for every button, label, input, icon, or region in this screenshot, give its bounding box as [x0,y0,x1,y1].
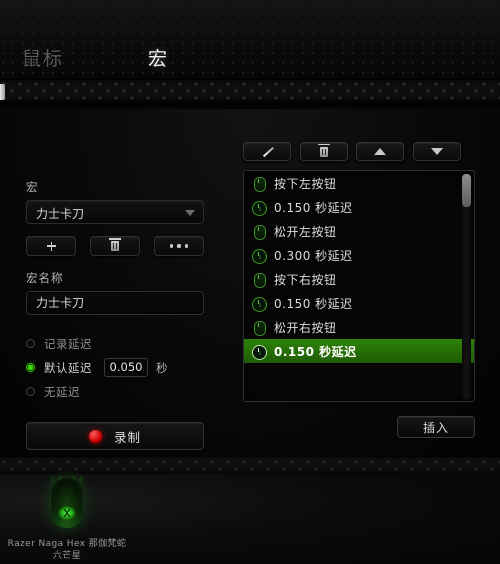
trash-icon [317,143,330,157]
sequence-toolbar [243,142,461,161]
more-icon [170,244,188,248]
triangle-up-icon [374,148,387,155]
list-item-label: 0.150 秒延迟 [274,296,353,311]
insert-button[interactable]: 插入 [397,416,475,438]
tab-mouse[interactable]: 鼠标 [22,44,64,71]
triangle-down-icon [430,148,443,155]
radio-default-delay[interactable]: 默认延迟 0.050 秒 [26,357,216,378]
delete-command-button[interactable] [299,142,348,161]
list-item[interactable]: 0.150 秒延迟 [244,195,474,219]
list-item-label: 按下右按钮 [274,272,337,287]
list-item[interactable]: 0.300 秒延迟 [244,243,474,267]
more-options-button[interactable] [154,236,204,256]
tab-macro[interactable]: 宏 [148,44,169,71]
clock-icon [251,200,267,216]
radio-indicator [26,387,35,396]
macro-name-input[interactable]: 力士卡刀 [26,291,204,315]
radio-record-delay[interactable]: 记录延迟 [26,333,216,354]
header-mesh-band [0,80,500,102]
chevron-down-icon [185,210,195,216]
scrollbar-thumb[interactable] [462,174,471,207]
clock-icon [251,344,267,360]
default-delay-input[interactable]: 0.050 [104,358,148,377]
macro-select[interactable]: 力士卡刀 [26,200,204,224]
edit-command-button[interactable] [243,142,291,161]
move-down-button[interactable] [412,142,461,161]
radio-no-delay[interactable]: 无延迟 [26,381,216,402]
clock-icon [251,296,267,312]
macro-name-label: 宏名称 [26,271,64,285]
trash-icon [109,238,121,251]
device-name-line1: Razer Naga Hex 那伽梵蛇 [7,539,127,549]
device-footer: Razer Naga Hex 那伽梵蛇 六芒星 [0,474,500,564]
list-item[interactable]: 按下左按钮 [244,171,474,195]
list-item[interactable]: 松开右按钮 [244,315,474,339]
app-header: 鼠标 宏 [0,0,500,80]
delay-unit-label: 秒 [156,360,168,375]
list-item-label: 松开左按钮 [274,224,337,239]
delete-macro-button[interactable] [90,236,140,256]
macro-command-list[interactable]: 按下左按钮 0.150 秒延迟 松开左按钮 0.300 秒延迟 按下右按钮 0.… [243,170,475,402]
mouse-icon [251,176,266,192]
record-button-label: 录制 [113,429,141,445]
mouse-icon [251,272,266,288]
macro-settings-panel: 宏 力士卡刀 宏名称 力士卡刀 记录延迟 默认延迟 0.050 秒 无延迟 录制 [26,179,216,450]
list-item-selected[interactable]: 0.150 秒延迟 [244,339,474,363]
list-item[interactable]: 松开左按钮 [244,219,474,243]
radio-label: 记录延迟 [44,336,92,351]
radio-label: 默认延迟 [44,360,92,375]
tab-bar: 鼠标 宏 [0,37,500,71]
list-item-label: 松开右按钮 [274,320,337,335]
mouse-icon [251,224,266,240]
list-item-label: 0.150 秒延迟 [274,200,353,215]
list-item-label: 按下左按钮 [274,176,337,191]
list-scrollbar[interactable] [462,174,471,400]
insert-button-label: 插入 [422,420,449,435]
radio-indicator-selected [26,363,35,372]
insert-row: 插入 [243,416,475,438]
left-edge-notch [0,84,5,100]
plus-icon [46,241,56,251]
record-dot-icon [88,429,102,443]
macro-sequence-panel: 按下左按钮 0.150 秒延迟 松开左按钮 0.300 秒延迟 按下右按钮 0.… [243,142,475,438]
list-item[interactable]: 0.150 秒延迟 [244,291,474,315]
main-content: 宏 力士卡刀 宏名称 力士卡刀 记录延迟 默认延迟 0.050 秒 无延迟 录制… [0,109,500,458]
radio-label: 无延迟 [44,384,80,399]
record-button[interactable]: 录制 [26,422,204,450]
clock-icon [251,248,267,264]
list-item-label: 0.300 秒延迟 [274,248,353,263]
add-macro-button[interactable] [26,236,76,256]
macro-select-value: 力士卡刀 [36,207,85,221]
device-name: Razer Naga Hex 那伽梵蛇 六芒星 [6,538,128,562]
delay-option-group: 记录延迟 默认延迟 0.050 秒 无延迟 [26,333,216,402]
band-shadow [0,102,500,109]
device-selector[interactable]: Razer Naga Hex 那伽梵蛇 六芒星 [6,475,128,562]
footer-mesh-band [0,458,500,474]
razer-logo-icon [63,509,71,517]
move-up-button[interactable] [356,142,405,161]
macro-actions [26,236,204,256]
radio-indicator [26,339,35,348]
list-item[interactable]: 按下右按钮 [244,267,474,291]
macro-label: 宏 [26,180,39,194]
razer-mouse-image [39,475,95,532]
device-name-line2: 六芒星 [52,551,82,561]
list-item-label: 0.150 秒延迟 [274,344,357,359]
mouse-icon [251,320,266,336]
pencil-icon [261,145,274,158]
